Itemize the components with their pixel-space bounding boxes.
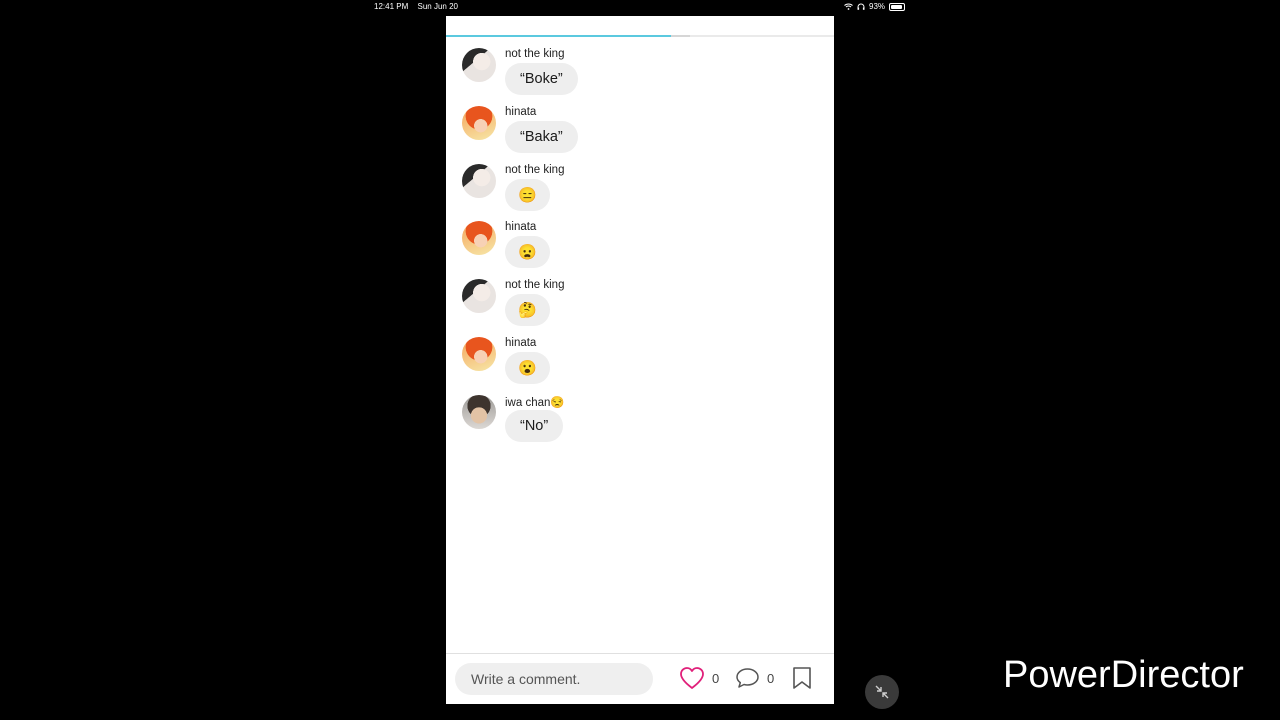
bookmark-button[interactable] bbox=[792, 666, 812, 690]
story-progress-bar bbox=[446, 35, 834, 37]
message-author: not the king bbox=[505, 163, 565, 176]
message-bubble: “Boke” bbox=[505, 63, 578, 95]
status-date: Sun Jun 20 bbox=[417, 2, 458, 11]
message-author: iwa chan😒 bbox=[505, 396, 565, 409]
message-bubble: “Baka” bbox=[505, 120, 578, 153]
like-button[interactable]: 0 bbox=[679, 666, 719, 690]
story-footer: 0 0 bbox=[446, 653, 834, 704]
video-watermark: PowerDirector bbox=[1003, 654, 1244, 696]
message-bubble: 😑 bbox=[505, 178, 550, 211]
status-bar: 12:41 PM Sun Jun 20 93% bbox=[0, 0, 1280, 14]
progress-buffer bbox=[671, 35, 691, 37]
likes-count: 0 bbox=[712, 670, 720, 686]
message-author: hinata bbox=[505, 337, 537, 349]
avatar[interactable] bbox=[462, 337, 496, 371]
status-left: 12:41 PM Sun Jun 20 bbox=[374, 2, 465, 11]
story-reader: not the king “Boke” hinata “Baka” not the ki… bbox=[446, 16, 834, 704]
minimize-button[interactable] bbox=[865, 675, 899, 709]
avatar[interactable] bbox=[462, 163, 496, 198]
battery-percent: 93% bbox=[869, 2, 886, 11]
message-author: not the king bbox=[505, 48, 565, 60]
comment-input[interactable] bbox=[455, 663, 653, 695]
wifi-icon bbox=[844, 3, 853, 10]
avatar[interactable] bbox=[462, 105, 496, 140]
message-bubble: “No” bbox=[505, 409, 564, 442]
avatar[interactable] bbox=[462, 394, 496, 429]
bookmark-icon bbox=[793, 667, 811, 689]
message-bubble: 🤔 bbox=[505, 294, 550, 327]
status-right: 93% bbox=[844, 2, 906, 11]
speech-bubble-icon bbox=[736, 668, 759, 688]
message-bubble: 😦 bbox=[505, 236, 550, 269]
status-time: 12:41 PM bbox=[374, 2, 409, 11]
message-bubble: 😮 bbox=[505, 352, 550, 384]
heart-icon bbox=[680, 667, 704, 689]
avatar[interactable] bbox=[462, 279, 496, 314]
headphones-icon bbox=[857, 3, 865, 10]
avatar[interactable] bbox=[462, 221, 496, 256]
message-author: hinata bbox=[505, 221, 537, 234]
avatar[interactable] bbox=[462, 48, 496, 82]
collapse-arrows-icon bbox=[875, 685, 889, 699]
message-author: hinata bbox=[505, 105, 537, 118]
comments-count: 0 bbox=[767, 670, 775, 686]
progress-fill bbox=[446, 35, 672, 37]
battery-icon bbox=[889, 2, 906, 11]
message-author: not the king bbox=[505, 279, 565, 292]
comments-button[interactable]: 0 bbox=[735, 666, 774, 690]
